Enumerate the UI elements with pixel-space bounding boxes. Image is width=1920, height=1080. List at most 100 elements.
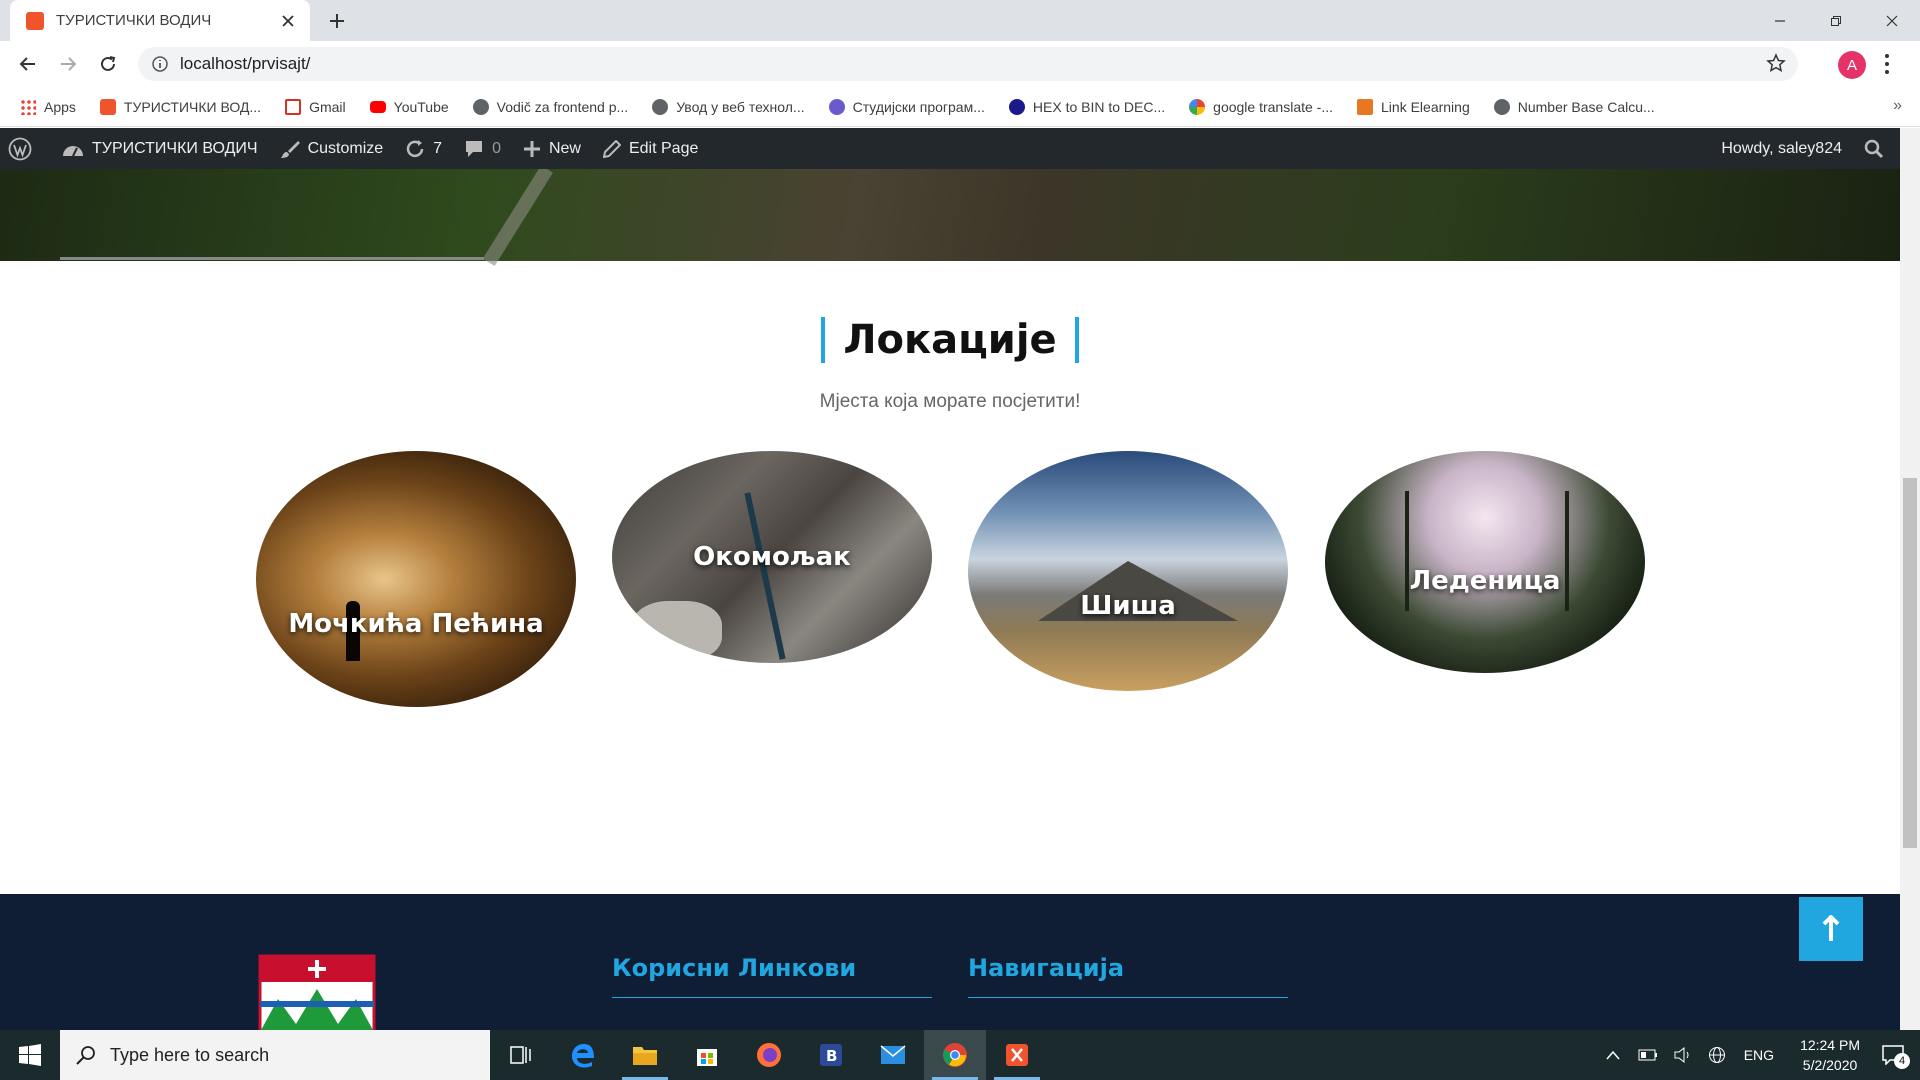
youtube-icon [369,100,386,113]
bookmark-study-program[interactable]: Студијски програм... [828,98,985,115]
task-view-icon[interactable] [490,1030,552,1080]
restore-button[interactable] [1808,0,1864,41]
wp-search-icon[interactable] [1864,139,1884,159]
location-card-cave[interactable]: Мочкића Пећина [256,451,576,707]
howdy-label: Howdy, saley824 [1721,139,1842,157]
window-controls [1752,0,1920,41]
browser-tab[interactable]: ТУРИСТИЧКИ ВОДИЧ [10,0,310,41]
wp-edit-page[interactable]: Edit Page [602,139,699,158]
bookmark-label: Number Base Calcu... [1517,98,1655,115]
system-tray: ENG 12:24 PM 5/2/2020 4 [1596,1030,1920,1080]
bookmark-label: Увод у веб технол... [676,98,805,115]
hero-road [482,169,553,266]
system-clock[interactable]: 12:24 PM 5/2/2020 [1800,1035,1860,1075]
bookmark-web-intro[interactable]: Увод у веб технол... [652,98,805,115]
hero-divider [60,257,484,260]
battery-icon[interactable] [1638,1049,1658,1061]
reload-icon[interactable] [94,50,122,78]
rocks [632,601,722,661]
location-card-forest-cave[interactable]: Леденица [1325,451,1645,673]
location-card-mountain[interactable]: Шиша [968,451,1288,691]
pencil-icon [602,139,621,158]
bookmark-apps[interactable]: Apps [20,98,76,115]
updates-count: 7 [433,139,443,157]
bookmark-gmail[interactable]: Gmail [285,98,346,115]
new-tab-button[interactable] [324,8,350,34]
page-viewport: Локације Мјеста која морате посјетити! М… [0,169,1900,1030]
wp-howdy-user[interactable]: Howdy, saley824 [1721,140,1842,158]
plus-icon [523,140,540,157]
bookmark-link-elearning[interactable]: Link Elearning [1357,98,1470,115]
link-elearning-icon [1357,98,1374,115]
hero-banner-image [0,169,1900,266]
location-card-canyon[interactable]: Окомољак [612,451,932,663]
bookmark-frontend-guide[interactable]: Vodič za frontend p... [472,98,628,115]
site-footer: Корисни Линкови Навигација [0,894,1900,1030]
close-tab-icon[interactable] [278,11,298,31]
url-text[interactable]: localhost/prvisajt/ [180,54,310,74]
file-explorer-icon[interactable] [614,1030,676,1080]
taskbar-search[interactable]: Type here to search [60,1030,490,1080]
language-indicator[interactable]: ENG [1744,1047,1774,1063]
google-icon [1189,98,1206,115]
edge-icon[interactable] [552,1030,614,1080]
profile-avatar[interactable]: A [1838,51,1866,79]
info-icon[interactable] [152,56,168,72]
hex-icon [1008,98,1025,115]
xampp-icon[interactable] [986,1030,1048,1080]
bookmark-star-icon[interactable] [1766,53,1786,73]
mail-icon[interactable] [862,1030,924,1080]
search-icon [76,1046,95,1065]
back-arrow-icon[interactable] [14,50,42,78]
bookmark-label: google translate -... [1213,98,1334,115]
section-subtitle: Мјеста која морате посјетити! [819,391,1081,412]
globe-icon [652,98,669,115]
bookmarks-bar: Apps ТУРИСТИЧКИ ВОД... Gmail YouTube Vod… [0,87,1920,127]
wp-customize[interactable]: Customize [280,139,384,159]
browser-toolbar: localhost/prvisajt/ A [0,41,1920,87]
bookmark-google-translate[interactable]: google translate -... [1189,98,1334,115]
comment-icon [466,140,483,157]
scroll-to-top-button[interactable] [1799,897,1863,961]
more-bookmarks-icon[interactable]: » [1893,97,1902,115]
search-placeholder: Type here to search [110,1044,270,1065]
wp-updates[interactable]: 7 [405,139,442,159]
menu-kebab-icon[interactable] [1884,53,1890,75]
bookmark-hex-bin[interactable]: HEX to BIN to DEC... [1008,98,1165,115]
forward-arrow-icon[interactable] [54,50,82,78]
chrome-icon[interactable] [924,1030,986,1080]
bookmark-tourist-guide[interactable]: ТУРИСТИЧКИ ВОД... [99,98,261,115]
address-bar[interactable]: localhost/prvisajt/ [138,47,1798,81]
customize-label: Customize [307,139,384,157]
windows-start-icon[interactable] [0,1030,60,1080]
store-icon[interactable] [676,1030,738,1080]
title-bar-right [1074,317,1079,363]
volume-icon[interactable] [1674,1047,1692,1063]
footer-useful-links-title: Корисни Линкови [612,954,857,982]
close-window-button[interactable] [1864,0,1920,41]
bitdefender-icon[interactable]: B [800,1030,862,1080]
bookmark-label: Link Elearning [1381,98,1470,115]
chevron-up-icon[interactable] [1606,1050,1620,1060]
page-scrollbar[interactable] [1900,128,1920,1030]
bookmark-youtube[interactable]: YouTube [369,99,449,115]
windows-taskbar: Type here to search B ENG 12:24 PM 5/2/2… [0,1030,1920,1080]
bookmark-label: Gmail [309,98,346,115]
network-globe-icon[interactable] [1708,1046,1726,1064]
section-title: Локације [843,317,1057,363]
scroll-thumb[interactable] [1903,478,1917,848]
edit-page-label: Edit Page [628,139,699,157]
tree [1405,491,1409,611]
tree [1565,491,1569,611]
wordpress-logo-icon[interactable] [8,137,40,161]
minimize-button[interactable] [1752,0,1808,41]
wp-comments[interactable]: 0 [464,139,501,159]
notifications-icon[interactable]: 4 [1882,1045,1910,1069]
wp-new[interactable]: New [523,140,581,158]
footer-rule [612,997,932,998]
footer-rule [968,997,1288,998]
location-label: Мочкића Пећина [288,609,544,639]
wp-site-name[interactable]: ТУРИСТИЧКИ ВОДИЧ [62,140,258,158]
bookmark-number-base[interactable]: Number Base Calcu... [1493,98,1655,115]
firefox-icon[interactable] [738,1030,800,1080]
